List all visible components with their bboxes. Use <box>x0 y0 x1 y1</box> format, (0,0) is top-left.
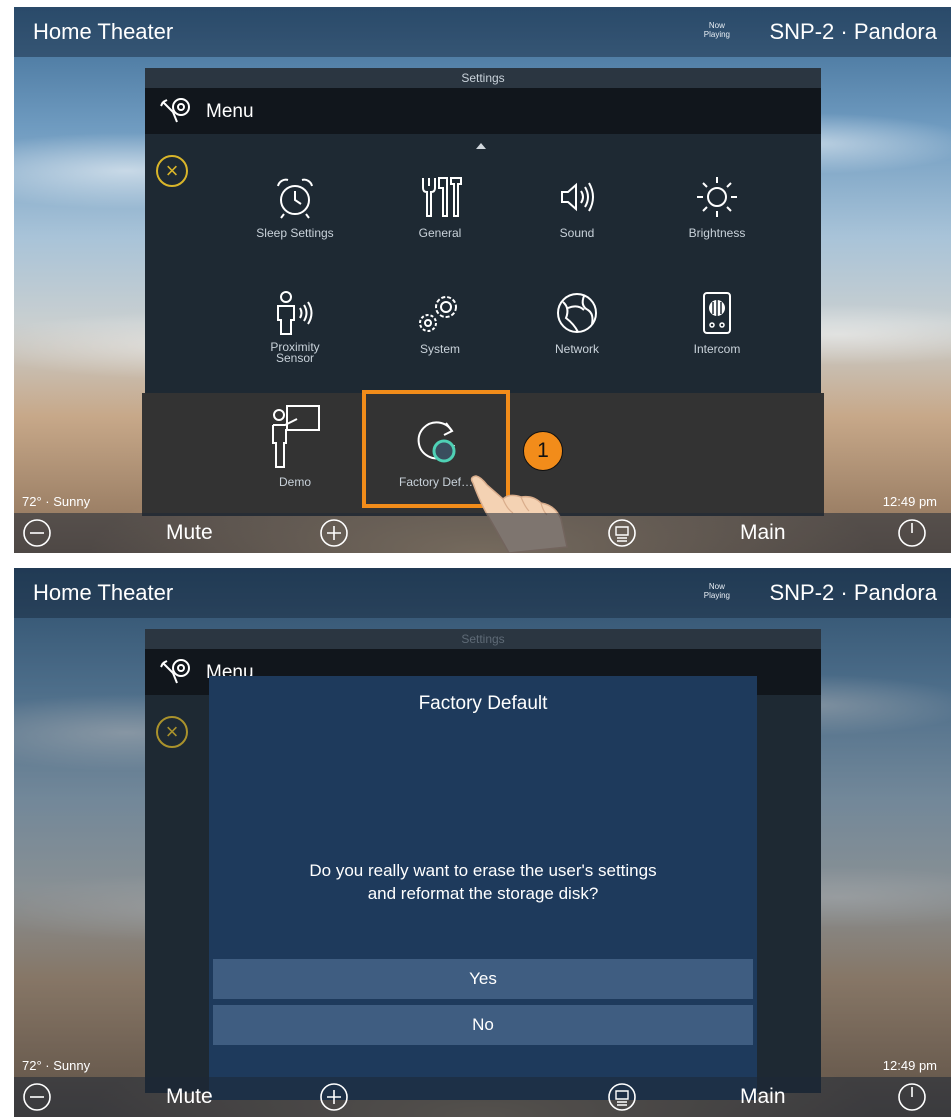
header-bar: Home Theater Now Playing SNP-2 · Pandora <box>14 7 951 57</box>
tile-label: Brightness <box>688 226 746 240</box>
scroll-up-arrow-icon[interactable] <box>476 143 486 149</box>
touchpanel-screen-menu: Home Theater Now Playing SNP-2 · Pandora … <box>14 7 951 553</box>
no-button[interactable]: No <box>213 1005 753 1045</box>
tile-sleep-settings[interactable]: Sleep Settings <box>245 174 345 240</box>
mute-button[interactable]: Mute <box>166 521 213 545</box>
now-playing-label: Now Playing <box>703 21 730 39</box>
dialog-title: Factory Default <box>418 693 548 714</box>
tile-network[interactable]: Network <box>527 290 627 356</box>
wrench-icon <box>160 98 190 123</box>
tile-demo[interactable]: Demo <box>245 403 345 489</box>
globe-icon <box>557 293 597 333</box>
source-label[interactable]: SNP-2 · Pandora <box>769 19 937 45</box>
tile-sound[interactable]: Sound <box>527 174 627 240</box>
power-icon[interactable] <box>897 1082 927 1112</box>
tile-brightness[interactable]: Brightness <box>667 174 767 240</box>
main-button[interactable]: Main <box>740 521 786 545</box>
close-button[interactable]: × <box>156 716 188 748</box>
volume-down-icon[interactable] <box>22 518 52 548</box>
room-title: Home Theater <box>33 19 174 44</box>
tile-general[interactable]: General <box>390 174 490 240</box>
weather-status: 72° · Sunny <box>22 494 91 509</box>
step-badge: 1 <box>523 431 563 471</box>
clock-status: 12:49 pm <box>882 1058 937 1073</box>
power-icon[interactable] <box>897 518 927 548</box>
intercom-icon <box>703 292 731 334</box>
clock-status: 12:49 pm <box>882 494 937 509</box>
volume-up-icon[interactable] <box>319 1082 349 1112</box>
display-icon[interactable] <box>607 518 637 548</box>
tile-label: Sleep Settings <box>256 226 334 240</box>
presenter-icon <box>272 405 320 468</box>
close-button[interactable]: × <box>156 155 188 187</box>
menu-label: Menu <box>206 101 254 122</box>
tile-intercom[interactable]: Intercom <box>667 290 767 356</box>
touchpanel-screen-dialog: Home Theater Now Playing SNP-2 · Pandora … <box>14 568 951 1117</box>
yes-button[interactable]: Yes <box>213 959 753 999</box>
factory-default-dialog: Factory Default Do you really want to er… <box>209 676 757 1100</box>
tile-proximity-sensor[interactable]: Proximity Sensor <box>245 290 345 365</box>
header-bar: Home Theater Now Playing SNP-2 · Pandora <box>14 568 951 618</box>
speaker-icon <box>561 182 594 212</box>
tile-system[interactable]: System <box>390 290 490 356</box>
mute-button[interactable]: Mute <box>166 1085 213 1109</box>
tile-label: Intercom <box>693 342 741 356</box>
volume-down-icon[interactable] <box>22 1082 52 1112</box>
tile-label: Proximity Sensor <box>270 340 320 365</box>
footer-bar: Mute Main <box>14 1077 951 1117</box>
tile-label: Network <box>554 342 599 356</box>
source-label[interactable]: SNP-2 · Pandora <box>769 580 937 606</box>
display-icon[interactable] <box>607 1082 637 1112</box>
weather-status: 72° · Sunny <box>22 1058 91 1073</box>
wrench-icon <box>160 659 190 684</box>
volume-up-icon[interactable] <box>319 518 349 548</box>
room-title: Home Theater <box>33 580 174 605</box>
tile-label: System <box>419 342 460 356</box>
settings-panel: Settings Menu × Sleep Settings General S… <box>142 68 824 516</box>
proximity-sensor-icon <box>277 291 313 335</box>
settings-title: Settings <box>145 629 821 649</box>
tile-label: General <box>418 226 462 240</box>
dialog-message: Do you really want to erase the user's s… <box>309 861 657 903</box>
alarm-clock-icon <box>277 178 313 219</box>
settings-title: Settings <box>145 68 821 88</box>
footer-bar: Mute Main <box>14 513 951 553</box>
tools-icon <box>422 177 462 217</box>
gears-icon <box>419 296 457 332</box>
sun-icon <box>697 177 737 217</box>
tile-label: Demo <box>278 475 311 489</box>
main-button[interactable]: Main <box>740 1085 786 1109</box>
now-playing-label: Now Playing <box>703 582 730 600</box>
menu-header: Menu <box>145 88 821 134</box>
tile-label: Sound <box>559 226 595 240</box>
